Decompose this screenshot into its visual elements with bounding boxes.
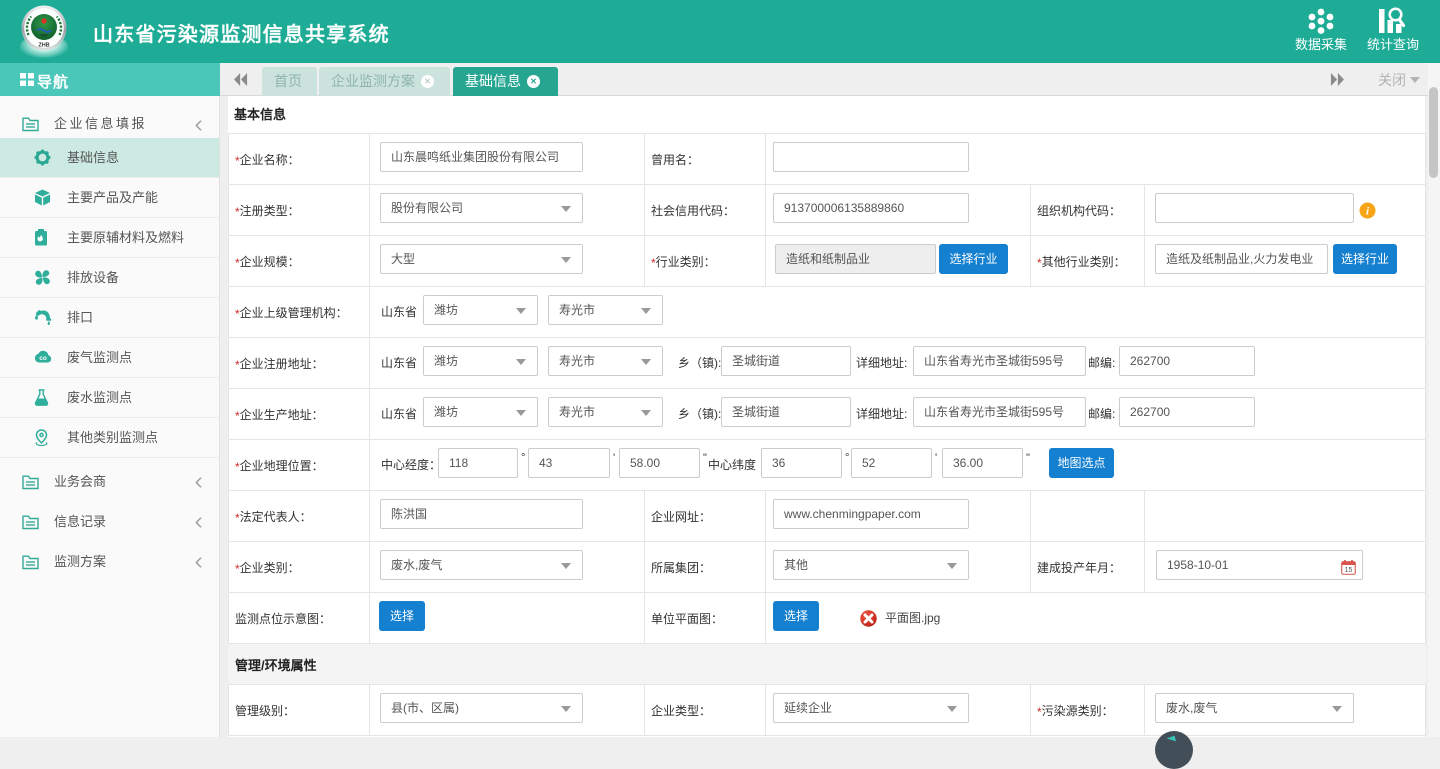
svg-text:ZHB: ZHB (38, 43, 49, 49)
svg-text:15: 15 (1345, 567, 1353, 574)
svg-text:co: co (39, 355, 47, 362)
